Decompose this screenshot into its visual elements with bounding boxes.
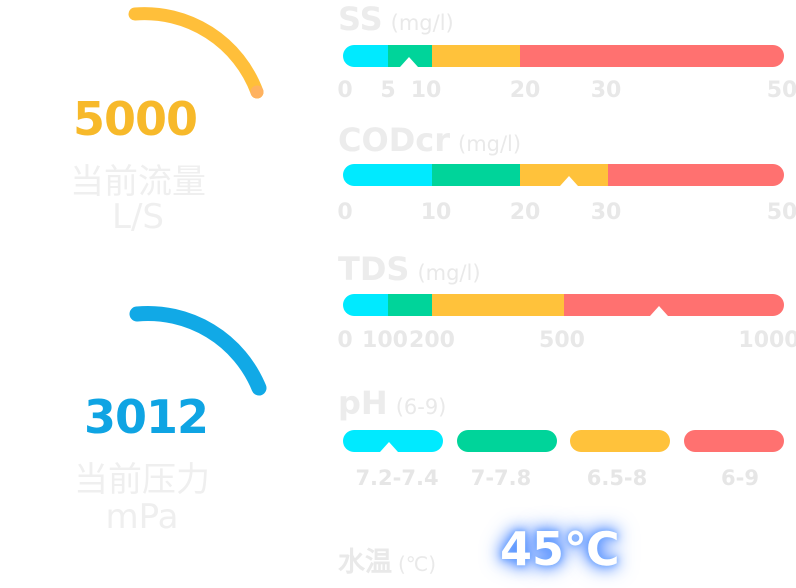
pressure-value: 3012 [84, 390, 209, 444]
pressure-label: 当前压力 [74, 460, 210, 500]
ph-range-cyan [343, 430, 443, 452]
tds-seg-yellow [432, 294, 564, 316]
codcr-seg-red [608, 164, 784, 186]
water-temp-label: 水温 (℃) [338, 540, 436, 579]
ph-range-label: 7-7.8 [470, 466, 532, 490]
flow-unit: L/S [112, 197, 164, 237]
tds-seg-green [388, 294, 432, 316]
tds-tick: 500 [539, 328, 585, 353]
ss-tick: 0 [337, 78, 353, 103]
ss-title: SS (mg/l) [338, 3, 454, 35]
codcr-unit: (mg/l) [458, 132, 522, 156]
ph-range-green [457, 430, 557, 452]
tds-tick: 200 [409, 328, 455, 353]
ph-range-label: 6-9 [721, 466, 759, 490]
tds-unit: (mg/l) [417, 261, 481, 285]
ss-seg-cyan [343, 45, 388, 67]
ss-tick: 20 [509, 78, 541, 103]
tds-seg-cyan [343, 294, 388, 316]
tds-title: TDS (mg/l) [338, 253, 481, 285]
water-temp-label-text: 水温 [338, 547, 392, 578]
tds-title-text: TDS [338, 250, 410, 288]
ph-range-red [684, 430, 784, 452]
water-temp-unit: (℃) [398, 552, 437, 576]
ss-title-text: SS [338, 0, 383, 38]
codcr-title: CODcr (mg/l) [338, 124, 521, 156]
codcr-tick: 10 [420, 200, 452, 225]
ss-tick: 30 [590, 78, 622, 103]
ph-marker [380, 442, 398, 452]
ph-range-label: 7.2-7.4 [355, 466, 439, 490]
codcr-marker [560, 176, 578, 186]
tds-tick: 100 [362, 328, 408, 353]
codcr-tick: 50 [766, 200, 796, 225]
ss-seg-yellow [432, 45, 520, 67]
ph-title: pH (6-9) [338, 387, 446, 419]
codcr-tick: 30 [590, 200, 622, 225]
water-temp-value: 45℃ [500, 522, 620, 576]
ss-unit: (mg/l) [390, 11, 454, 35]
tds-tick: 1000 [738, 328, 796, 353]
codcr-seg-green [432, 164, 520, 186]
codcr-bar [343, 164, 784, 186]
pressure-unit: mPa [105, 497, 179, 537]
tds-marker [650, 306, 668, 316]
ss-seg-red [520, 45, 784, 67]
flow-label: 当前流量 [70, 162, 206, 202]
ph-range-yellow [570, 430, 670, 452]
ph-range-label: 6.5-8 [586, 466, 648, 490]
ss-tick: 5 [380, 78, 396, 103]
ph-title-text: pH [338, 384, 388, 422]
ss-tick: 50 [766, 78, 796, 103]
codcr-tick: 0 [337, 200, 353, 225]
ss-bar [343, 45, 784, 67]
codcr-title-text: CODcr [338, 121, 450, 159]
tds-bar [343, 294, 784, 316]
flow-value: 5000 [73, 92, 198, 146]
ss-marker [400, 57, 418, 67]
ss-tick: 10 [410, 78, 442, 103]
ph-unit: (6-9) [395, 395, 447, 419]
codcr-tick: 20 [509, 200, 541, 225]
codcr-seg-cyan [343, 164, 432, 186]
tds-seg-red [564, 294, 784, 316]
tds-tick: 0 [337, 328, 353, 353]
